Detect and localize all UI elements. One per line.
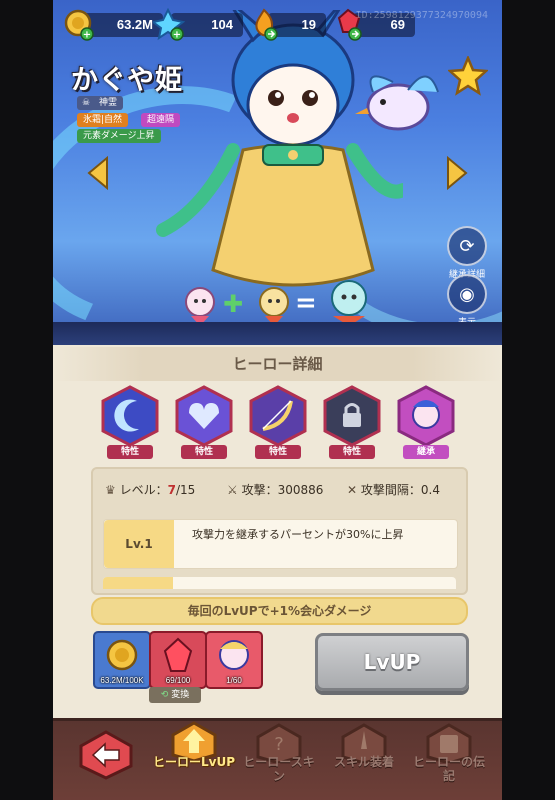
crown-icon: ♛	[105, 483, 116, 497]
currency-bar: 63.2M + 104 + 19 69 ID:25981293773249700…	[63, 8, 494, 42]
heart-crest-icon	[175, 385, 233, 447]
level-badge: Lv.1	[104, 520, 174, 568]
favorite-star-icon[interactable]	[448, 56, 488, 96]
attack-value: 300886	[277, 483, 324, 497]
lvup-bonus-banner: 毎回のLvUPで+1%会心ダメージ	[91, 597, 468, 625]
gold-cost-count: 63.2M/100K	[100, 676, 144, 685]
shard-cost-count: 1/60	[226, 676, 242, 685]
level-bonus-row-next	[103, 577, 456, 589]
trait-slot-4-locked[interactable]: 特性	[321, 385, 383, 459]
svg-text:?: ?	[274, 734, 284, 755]
attack-label: 攻撃：	[241, 483, 278, 497]
range-tag: 超遠隔	[141, 113, 181, 127]
inherit-slot[interactable]: 継承	[395, 385, 457, 459]
sword-icon: ⚔	[227, 483, 238, 497]
element-tag: 氷霜|自然	[77, 113, 129, 127]
convert-icon: ⟲	[160, 690, 169, 700]
cost-items: 63.2M/100K 69/100 1/60 ⟲ 変換	[93, 631, 293, 711]
interval-stat: ✕ 攻撃間隔：0.4	[347, 479, 440, 501]
result-mini-icon	[331, 280, 367, 326]
hero-name: かぐや姫	[71, 65, 183, 96]
equals-icon: =	[295, 288, 317, 318]
lvup-button[interactable]: LvUP	[315, 633, 469, 691]
skull-icon: ☠	[82, 98, 91, 108]
bottom-nav: ヒーローLvUP ? ヒーロースキン スキル装着 ヒーローの伝記	[53, 718, 502, 800]
red-gem-icon	[163, 637, 193, 672]
svg-text:+: +	[83, 30, 91, 41]
crescent-icon	[101, 385, 159, 447]
hero-rank-label: 神霊	[99, 98, 118, 108]
trait-label: 特性	[329, 445, 375, 459]
back-arrow-icon[interactable]	[79, 730, 133, 780]
lock-icon	[323, 385, 381, 447]
gold-coin-icon[interactable]: +	[63, 8, 95, 42]
hero-portrait	[156, 10, 403, 287]
nav-hero-skin[interactable]: ? ヒーロースキン	[238, 723, 320, 800]
crossed-swords-icon: ✕	[347, 483, 358, 497]
convert-label: 変換	[171, 690, 190, 700]
nav-label: スキル装着	[333, 755, 394, 769]
level-bonus-row: Lv.1 攻撃力を継承するパーセントが30%に上昇	[103, 519, 458, 569]
inherit-label: 継承	[403, 445, 449, 459]
svg-text:+: +	[173, 30, 181, 41]
flame-crystal-icon[interactable]	[249, 8, 281, 42]
hero-detail-panel: ヒーロー詳細 特性 特性 特性 特性 継承 ♛ レベル：7/15 ⚔ 攻撃：30…	[53, 345, 502, 718]
next-hero-arrow-icon[interactable]	[446, 156, 468, 190]
stats-box: ♛ レベル：7/15 ⚔ 攻撃：300886 ✕ 攻撃間隔：0.4 Lv.1 攻…	[91, 467, 468, 595]
attack-stat: ⚔ 攻撃：300886	[227, 479, 323, 501]
inherit-detail-button[interactable]: ⟳ 継承詳細	[442, 226, 492, 280]
nav-skill-equip[interactable]: スキル装着	[323, 723, 405, 800]
level-value: 7	[167, 483, 176, 497]
bird-companion-icon	[355, 75, 439, 131]
panel-title: ヒーロー詳細	[53, 347, 502, 381]
trait-label: 特性	[107, 445, 153, 459]
prev-hero-arrow-icon[interactable]	[87, 156, 109, 190]
interval-value: 0.4	[420, 483, 440, 497]
user-id: ID:2598129377324970094	[355, 10, 488, 21]
gem-cost-count: 69/100	[165, 676, 191, 685]
nav-label: ヒーローLvUP	[153, 755, 236, 769]
hero-detail-screen: 63.2M + 104 + 19 69 ID:25981293773249700…	[53, 0, 502, 800]
hero-rank-badge: ☠ 神霊	[77, 96, 124, 110]
inherit-icon: ⟳	[459, 235, 475, 257]
eye-icon: ◉	[459, 283, 475, 305]
bow-icon	[249, 385, 307, 447]
level-bonus-text: 攻撃力を継承するパーセントが30%に上昇	[192, 528, 404, 541]
gold-cost-item[interactable]: 63.2M/100K	[93, 631, 151, 689]
gem-cost-item[interactable]: 69/100	[149, 631, 207, 689]
nav-hero-biography[interactable]: ヒーローの伝記	[408, 723, 490, 800]
gold-counter: 63.2M	[83, 13, 163, 37]
trait-row: 特性 特性 特性 特性 継承	[53, 385, 502, 465]
trait-label: 特性	[181, 445, 227, 459]
left-letterbox	[0, 0, 53, 800]
stage-floor	[53, 322, 502, 345]
hero-shard-icon	[219, 640, 249, 670]
shard-cost-item[interactable]: 1/60	[205, 631, 263, 689]
interval-label: 攻撃間隔：	[360, 483, 421, 497]
display-button[interactable]: ◉ 表示	[442, 274, 492, 328]
crystal-icon[interactable]: +	[153, 8, 185, 42]
trait-slot-2[interactable]: 特性	[173, 385, 235, 459]
inherit-portrait-icon	[397, 385, 455, 447]
right-letterbox	[502, 0, 555, 800]
gold-coin-icon	[106, 639, 138, 671]
level-label: レベル：	[119, 483, 168, 497]
convert-button[interactable]: ⟲ 変換	[149, 687, 201, 703]
hero-showcase: 63.2M + 104 + 19 69 ID:25981293773249700…	[53, 0, 502, 345]
effect-tag: 元素ダメージ上昇	[77, 129, 161, 143]
level-max: /15	[175, 483, 196, 497]
stats-row: ♛ レベル：7/15 ⚔ 攻撃：300886 ✕ 攻撃間隔：0.4	[93, 475, 466, 503]
trait-slot-3[interactable]: 特性	[247, 385, 309, 459]
trait-label: 特性	[255, 445, 301, 459]
nav-label: ヒーロースキン	[243, 755, 315, 783]
nav-label: ヒーローの伝記	[412, 755, 485, 783]
level-stat: ♛ レベル：7/15	[105, 479, 195, 501]
plus-icon: ✚	[223, 290, 244, 318]
trait-slot-1[interactable]: 特性	[99, 385, 161, 459]
nav-hero-lvup[interactable]: ヒーローLvUP	[153, 721, 236, 800]
